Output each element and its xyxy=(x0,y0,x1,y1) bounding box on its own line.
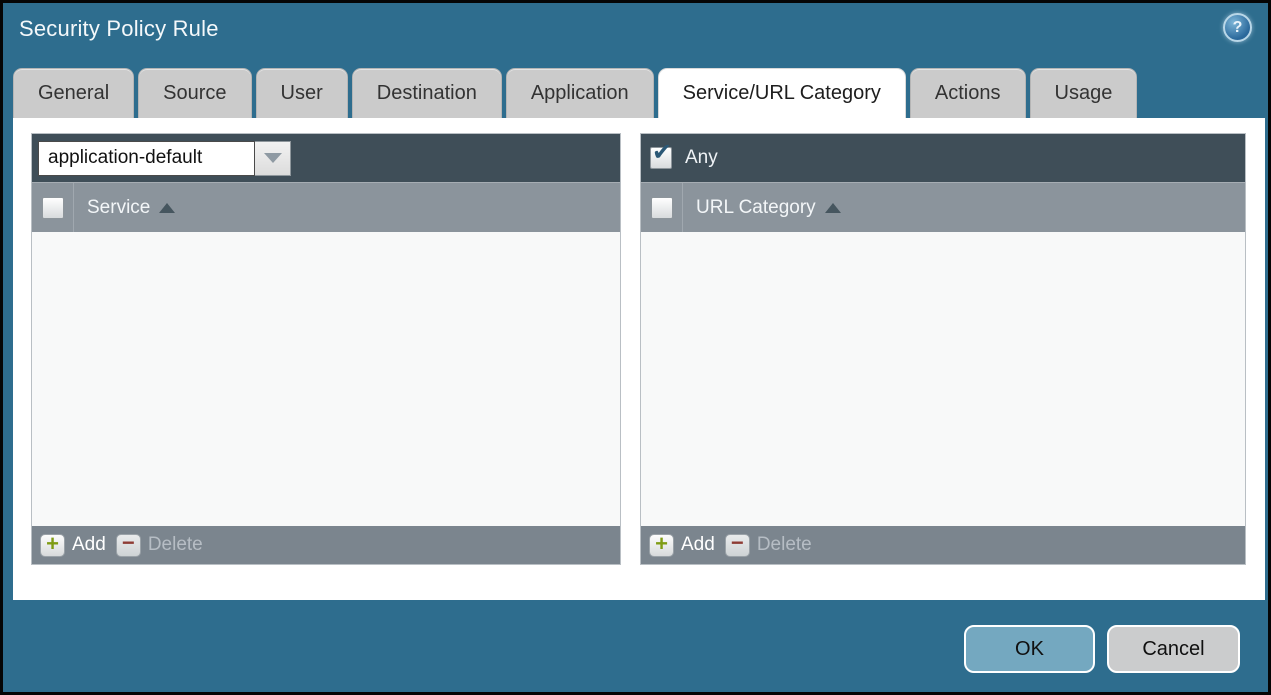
service-panel: application-default Service + Add − Dele… xyxy=(31,133,621,565)
tab-user[interactable]: User xyxy=(255,68,348,118)
tab-source[interactable]: Source xyxy=(138,68,252,118)
tab-content: application-default Service + Add − Dele… xyxy=(13,118,1265,600)
sort-ascending-icon[interactable] xyxy=(159,202,176,213)
service-panel-footer: + Add − Delete xyxy=(32,526,620,564)
chevron-down-icon xyxy=(263,153,282,163)
checkmark-icon: ✔ xyxy=(652,139,673,166)
url-any-strip: ✔ Any xyxy=(641,134,1245,182)
service-add-button[interactable]: + Add xyxy=(40,533,106,557)
plus-icon: + xyxy=(40,533,65,557)
url-select-all-checkbox[interactable] xyxy=(650,196,673,219)
url-category-panel: ✔ Any URL Category + Add − Delete xyxy=(640,133,1246,565)
url-panel-footer: + Add − Delete xyxy=(641,526,1245,564)
url-list-body xyxy=(641,232,1245,526)
security-policy-rule-dialog: Security Policy Rule ? General Source Us… xyxy=(0,0,1271,695)
minus-icon: − xyxy=(115,532,141,557)
url-column-header-row: URL Category xyxy=(641,182,1245,232)
service-list-body xyxy=(32,232,620,526)
cancel-button[interactable]: Cancel xyxy=(1107,625,1240,673)
ok-button[interactable]: OK xyxy=(964,625,1095,673)
tab-bar: General Source User Destination Applicat… xyxy=(13,68,1138,118)
tab-service-url-category[interactable]: Service/URL Category xyxy=(657,68,906,118)
minus-icon: − xyxy=(724,532,750,557)
url-delete-button[interactable]: − Delete xyxy=(724,532,812,557)
dropdown-button[interactable] xyxy=(255,140,291,176)
tab-destination[interactable]: Destination xyxy=(351,68,502,118)
url-select-all-cell xyxy=(641,183,683,232)
service-type-dropdown[interactable]: application-default xyxy=(38,140,291,176)
tab-application[interactable]: Application xyxy=(505,68,654,118)
any-label: Any xyxy=(685,147,718,168)
service-select-all-checkbox[interactable] xyxy=(41,196,64,219)
service-delete-button[interactable]: − Delete xyxy=(115,532,203,557)
tab-actions[interactable]: Actions xyxy=(909,68,1026,118)
service-column-label: Service xyxy=(87,196,151,218)
service-type-value[interactable]: application-default xyxy=(38,140,255,176)
url-add-button[interactable]: + Add xyxy=(649,533,715,557)
service-type-strip: application-default xyxy=(32,134,620,182)
tab-general[interactable]: General xyxy=(13,68,135,118)
service-select-all-cell xyxy=(32,183,74,232)
tab-usage[interactable]: Usage xyxy=(1029,68,1138,118)
any-checkbox[interactable]: ✔ xyxy=(650,141,672,169)
url-column-label: URL Category xyxy=(696,196,816,218)
sort-ascending-icon[interactable] xyxy=(824,202,841,213)
help-icon[interactable]: ? xyxy=(1223,13,1252,42)
plus-icon: + xyxy=(649,533,674,557)
dialog-title: Security Policy Rule xyxy=(19,16,219,41)
service-column-header-row: Service xyxy=(32,182,620,232)
